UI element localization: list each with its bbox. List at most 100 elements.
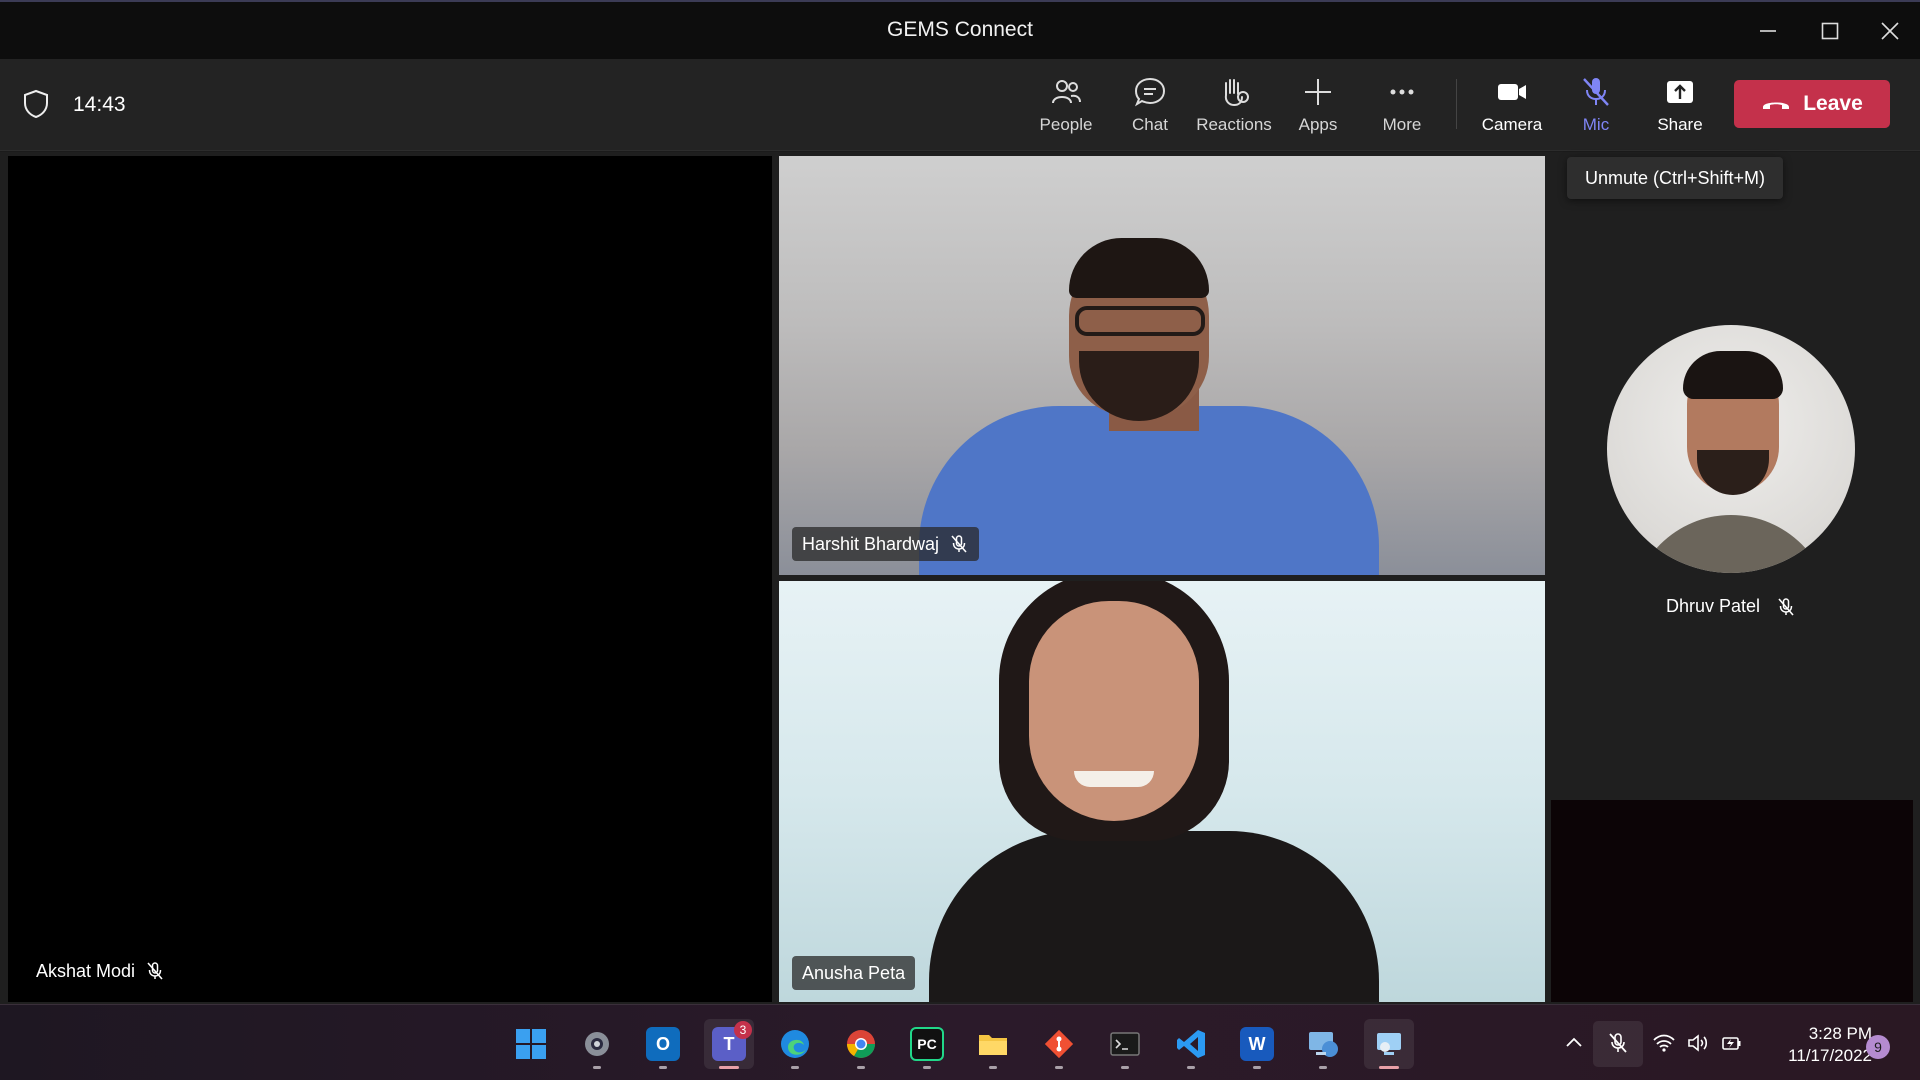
chat-label: Chat (1132, 115, 1168, 134)
participant-video (919, 406, 1379, 575)
wifi-icon (1653, 1034, 1675, 1052)
git-icon (1044, 1029, 1074, 1059)
running-indicator (791, 1066, 799, 1069)
participant-tile-anusha[interactable]: Anusha Peta (779, 581, 1545, 1002)
window-title: GEMS Connect (887, 18, 1033, 41)
participant-tile-harshit[interactable]: Harshit Bhardwaj (779, 156, 1545, 575)
vscode-icon (1177, 1030, 1205, 1058)
settings-icon (585, 1032, 609, 1056)
participant-video (929, 831, 1379, 1002)
mic-off-icon (1609, 1033, 1627, 1053)
running-indicator (989, 1066, 997, 1069)
running-indicator (1187, 1066, 1195, 1069)
more-icon (1390, 89, 1414, 95)
windows-start-icon (516, 1029, 546, 1059)
taskbar-clock[interactable]: 3:28 PM 11/17/2022 (1760, 1023, 1872, 1067)
taskbar-app-git[interactable] (1034, 1019, 1084, 1069)
running-indicator (659, 1066, 667, 1069)
taskbar-app-word[interactable]: W (1232, 1019, 1282, 1069)
people-button[interactable]: People (1024, 71, 1108, 143)
meeting-toolbar: 14:43 People Chat Reactions Apps More Ca… (0, 59, 1920, 151)
tray-mic[interactable] (1604, 1029, 1632, 1057)
taskbar-app-terminal[interactable] (1100, 1019, 1150, 1069)
shield-icon[interactable] (22, 89, 50, 119)
raise-hand-icon (1224, 79, 1249, 107)
running-indicator (923, 1066, 931, 1069)
taskbar-app-settings[interactable] (572, 1019, 622, 1069)
participant-name: Akshat Modi (36, 960, 136, 981)
tray-volume[interactable] (1684, 1029, 1712, 1057)
plus-icon (1305, 79, 1331, 105)
mic-off-icon (147, 962, 163, 980)
participant-tile-akshat[interactable]: Akshat Modi (8, 156, 772, 1002)
mic-off-icon (951, 535, 967, 553)
running-indicator (1055, 1066, 1063, 1069)
participant-name-tag: Dhruv Patel (1560, 596, 1902, 617)
maximize-button[interactable] (1802, 4, 1858, 58)
taskbar-app-chrome[interactable] (836, 1019, 886, 1069)
share-button[interactable]: Share (1638, 71, 1722, 143)
share-icon (1667, 81, 1693, 103)
start-button[interactable] (506, 1019, 556, 1069)
taskbar-app-file-explorer[interactable] (968, 1019, 1018, 1069)
tray-battery[interactable] (1718, 1029, 1746, 1057)
meeting-timer: 14:43 (73, 93, 126, 116)
participant-name-tag: Akshat Modi (26, 954, 175, 988)
outlook-icon: O (646, 1027, 680, 1061)
notification-center-badge[interactable]: 9 (1866, 1035, 1890, 1059)
participant-tile-self-preview[interactable] (1551, 800, 1913, 1002)
running-indicator (857, 1066, 865, 1069)
taskbar-app-outlook[interactable]: O (638, 1019, 688, 1069)
camera-icon (1498, 84, 1526, 100)
chrome-icon (847, 1030, 875, 1058)
participant-name-tag: Harshit Bhardwaj (792, 527, 980, 561)
reactions-button[interactable]: Reactions (1192, 71, 1276, 143)
mic-button[interactable]: Mic (1554, 71, 1638, 143)
toolbar-divider (1456, 79, 1457, 129)
minimize-icon (1760, 30, 1776, 32)
participant-name: Dhruv Patel (1665, 596, 1761, 616)
taskbar-app-edge[interactable] (770, 1019, 820, 1069)
battery-charging-icon (1722, 1037, 1741, 1050)
taskbar-app-vscode[interactable] (1166, 1019, 1216, 1069)
apps-button[interactable]: Apps (1276, 71, 1360, 143)
close-button[interactable] (1862, 4, 1918, 58)
tray-wifi[interactable] (1650, 1029, 1678, 1057)
window-title-bar: GEMS Connect (0, 0, 1920, 59)
avatar-dhruv[interactable] (1607, 325, 1855, 573)
running-indicator (1121, 1066, 1129, 1069)
running-indicator (593, 1066, 601, 1069)
avatar-image (1697, 450, 1769, 495)
taskbar-app-remote-desktop[interactable] (1364, 1019, 1414, 1069)
running-indicator (719, 1066, 739, 1069)
running-indicator (1253, 1066, 1261, 1069)
tray-overflow-button[interactable] (1560, 1029, 1588, 1057)
chat-button[interactable]: Chat (1108, 71, 1192, 143)
chat-icon (1134, 77, 1166, 107)
close-icon (1881, 22, 1899, 40)
mic-off-icon (1778, 597, 1794, 616)
chevron-up-icon (1566, 1037, 1582, 1047)
taskbar-app-pycharm[interactable]: PC (902, 1019, 952, 1069)
people-label: People (1039, 115, 1093, 134)
running-indicator (1379, 1066, 1399, 1069)
avatar-image (1631, 515, 1831, 573)
share-label: Share (1657, 115, 1703, 134)
camera-button[interactable]: Camera (1470, 71, 1554, 143)
edge-icon (781, 1030, 809, 1058)
minimize-button[interactable] (1740, 4, 1796, 58)
participant-video (1029, 601, 1199, 821)
apps-label: Apps (1298, 115, 1338, 134)
mic-tooltip: Unmute (Ctrl+Shift+M) (1567, 157, 1784, 199)
taskbar-app-network[interactable] (1298, 1019, 1348, 1069)
mic-off-icon (1583, 78, 1609, 106)
more-button[interactable]: More (1360, 71, 1444, 143)
running-indicator (1319, 1066, 1327, 1069)
taskbar-app-teams[interactable]: T 3 (704, 1019, 754, 1069)
clock-time: 3:28 PM (1808, 1024, 1872, 1043)
participant-name: Anusha Peta (802, 962, 906, 983)
hang-up-icon (1763, 102, 1790, 109)
word-icon: W (1240, 1027, 1274, 1061)
leave-label: Leave (1803, 92, 1863, 115)
leave-button[interactable]: Leave (1734, 80, 1890, 128)
